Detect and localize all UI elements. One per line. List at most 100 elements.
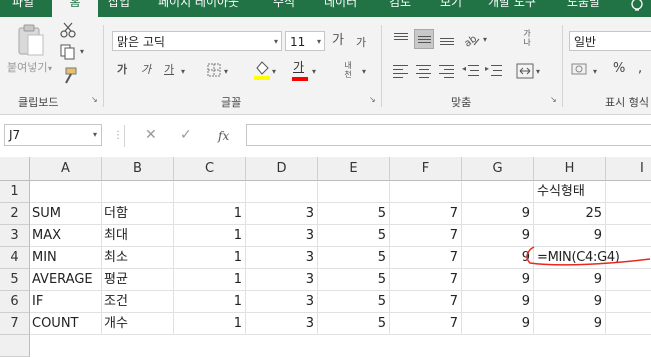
- cell-f6[interactable]: 7: [390, 291, 462, 313]
- cell-c4[interactable]: 1: [174, 247, 246, 269]
- align-bottom-button[interactable]: [437, 29, 457, 49]
- merge-dropdown-icon[interactable]: ▾: [536, 65, 540, 79]
- column-header-h[interactable]: H: [534, 157, 606, 181]
- format-painter-icon[interactable]: [60, 67, 78, 85]
- underline-button[interactable]: 가: [164, 63, 174, 77]
- phonetic-dropdown-icon[interactable]: ▾: [362, 65, 366, 79]
- cell-a4[interactable]: MIN: [30, 247, 102, 269]
- cell-c6[interactable]: 1: [174, 291, 246, 313]
- column-header-f[interactable]: F: [390, 157, 462, 181]
- cell-h1[interactable]: 수식형태: [534, 181, 606, 203]
- copy-dropdown-icon[interactable]: ▾: [80, 45, 84, 59]
- column-header-c[interactable]: C: [174, 157, 246, 181]
- cell-a5[interactable]: AVERAGE: [30, 269, 102, 291]
- orientation-dropdown-icon[interactable]: ▾: [483, 33, 487, 47]
- cell-d6[interactable]: 3: [246, 291, 318, 313]
- phonetic-guide-button[interactable]: 내천: [341, 61, 355, 79]
- clipboard-launcher-icon[interactable]: ↘: [91, 96, 99, 104]
- decrease-font-button[interactable]: 가: [356, 36, 366, 50]
- column-header-d[interactable]: D: [246, 157, 318, 181]
- cell-c1[interactable]: [174, 181, 246, 203]
- name-box[interactable]: J7 ▾: [4, 124, 102, 146]
- cell-i6[interactable]: [606, 291, 651, 313]
- merge-center-icon[interactable]: [516, 63, 534, 79]
- cell-e7[interactable]: 5: [318, 313, 390, 335]
- tab-insert[interactable]: 삽입: [108, 0, 130, 10]
- paste-icon[interactable]: [16, 23, 46, 57]
- chevron-down-icon[interactable]: ▾: [317, 32, 321, 52]
- comma-style-button[interactable]: ,: [638, 62, 642, 76]
- cell-f4[interactable]: 7: [390, 247, 462, 269]
- cell-e6[interactable]: 5: [318, 291, 390, 313]
- tab-formulas[interactable]: 수식: [273, 0, 295, 10]
- cell-f5[interactable]: 7: [390, 269, 462, 291]
- chevron-down-icon[interactable]: ▾: [274, 32, 278, 52]
- fill-color-dropdown-icon[interactable]: ▾: [272, 65, 276, 79]
- font-size-combo[interactable]: 11 ▾: [285, 31, 325, 51]
- cell-b1[interactable]: [102, 181, 174, 203]
- cell-e2[interactable]: 5: [318, 203, 390, 225]
- font-name-combo[interactable]: 맑은 고딕 ▾: [112, 31, 282, 51]
- enter-check-icon[interactable]: ✓: [180, 127, 192, 143]
- formula-input[interactable]: [246, 124, 651, 146]
- cell-h2[interactable]: 25: [534, 203, 606, 225]
- font-color-button[interactable]: 가: [293, 60, 304, 74]
- cell-f3[interactable]: 7: [390, 225, 462, 247]
- row-header-6[interactable]: 6: [0, 291, 30, 313]
- lightbulb-icon[interactable]: [630, 0, 644, 14]
- row-header-4[interactable]: 4: [0, 247, 30, 269]
- row-header-8[interactable]: [0, 335, 30, 357]
- column-header-b[interactable]: B: [102, 157, 174, 181]
- wrap-text-icon[interactable]: 가나: [520, 29, 534, 47]
- tab-data[interactable]: 데이터: [324, 0, 357, 10]
- cell-i7[interactable]: [606, 313, 651, 335]
- chevron-down-icon[interactable]: ▾: [93, 125, 97, 145]
- cell-c3[interactable]: 1: [174, 225, 246, 247]
- cell-d3[interactable]: 3: [246, 225, 318, 247]
- cut-icon[interactable]: [60, 22, 76, 38]
- cell-g6[interactable]: 9: [462, 291, 534, 313]
- alignment-launcher-icon[interactable]: ↘: [550, 96, 558, 104]
- borders-dropdown-icon[interactable]: ▾: [224, 65, 228, 79]
- cell-b3[interactable]: 최대: [102, 225, 174, 247]
- cell-i1[interactable]: [606, 181, 651, 203]
- orientation-icon[interactable]: ab: [462, 30, 480, 48]
- cell-b7[interactable]: 개수: [102, 313, 174, 335]
- row-header-7[interactable]: 7: [0, 313, 30, 335]
- underline-dropdown-icon[interactable]: ▾: [181, 65, 185, 79]
- cell-d2[interactable]: 3: [246, 203, 318, 225]
- column-header-i[interactable]: I: [606, 157, 651, 181]
- cell-b4[interactable]: 최소: [102, 247, 174, 269]
- cell-b5[interactable]: 평균: [102, 269, 174, 291]
- row-header-5[interactable]: 5: [0, 269, 30, 291]
- fill-color-icon[interactable]: [253, 59, 271, 81]
- increase-font-button[interactable]: 가: [332, 34, 344, 48]
- accounting-dropdown-icon[interactable]: ▾: [593, 65, 597, 79]
- chevron-down-icon[interactable]: ▾: [48, 62, 52, 76]
- cell-a3[interactable]: MAX: [30, 225, 102, 247]
- align-middle-button[interactable]: [414, 29, 434, 49]
- resize-dots-icon[interactable]: ⋮: [113, 130, 123, 141]
- cell-g7[interactable]: 9: [462, 313, 534, 335]
- tab-home[interactable]: 홈: [52, 0, 98, 17]
- cell-f1[interactable]: [390, 181, 462, 203]
- cell-g1[interactable]: [462, 181, 534, 203]
- cell-e3[interactable]: 5: [318, 225, 390, 247]
- column-header-g[interactable]: G: [462, 157, 534, 181]
- cell-e4[interactable]: 5: [318, 247, 390, 269]
- cell-c7[interactable]: 1: [174, 313, 246, 335]
- increase-indent-button[interactable]: ▸: [485, 61, 505, 81]
- align-center-button[interactable]: [414, 61, 434, 81]
- cell-h7[interactable]: 9: [534, 313, 606, 335]
- cell-e5[interactable]: 5: [318, 269, 390, 291]
- cell-e1[interactable]: [318, 181, 390, 203]
- cell-c5[interactable]: 1: [174, 269, 246, 291]
- cell-g5[interactable]: 9: [462, 269, 534, 291]
- select-all-corner[interactable]: [0, 157, 30, 181]
- cell-b2[interactable]: 더함: [102, 203, 174, 225]
- align-top-button[interactable]: [391, 29, 411, 49]
- cancel-icon[interactable]: ✕: [145, 127, 157, 143]
- cell-f2[interactable]: 7: [390, 203, 462, 225]
- column-header-e[interactable]: E: [318, 157, 390, 181]
- tab-developer[interactable]: 개발 도구: [488, 0, 536, 10]
